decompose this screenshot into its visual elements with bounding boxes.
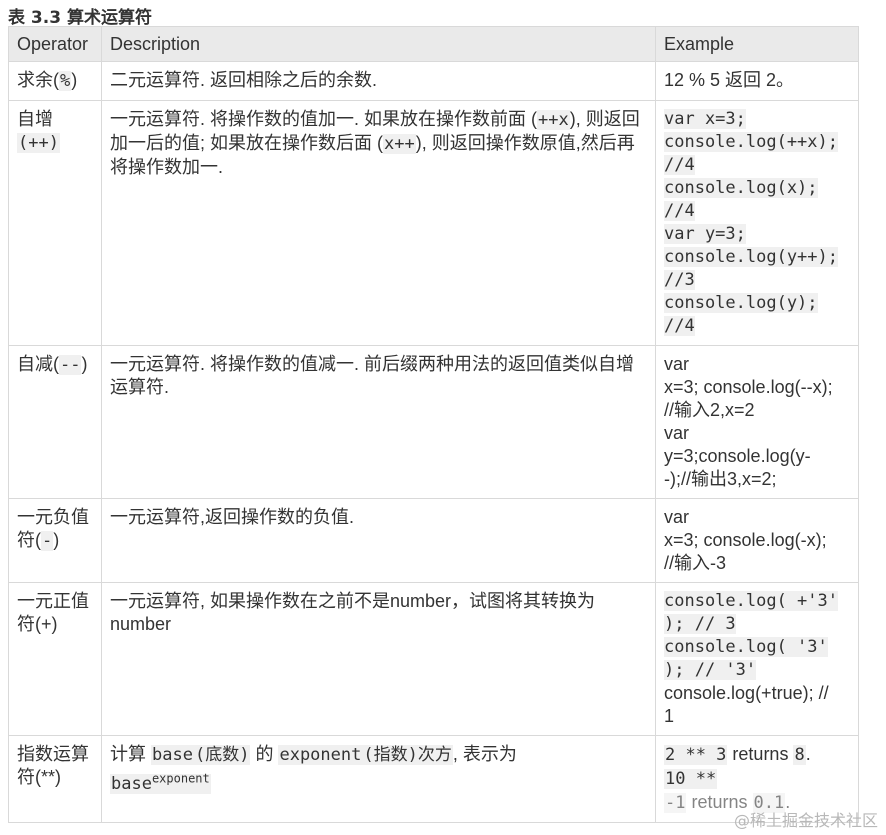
operator-name: 求余(: [17, 70, 59, 90]
example-cell: console.log( +'3' ); // 3 console.log( '3'…: [655, 582, 859, 736]
description-cell: 二元运算符. 返回相除之后的余数.: [101, 61, 656, 101]
operator-cell: 求余(%): [8, 61, 102, 101]
table-caption: 表 3.3 算术运算符: [8, 8, 152, 28]
table-row: 一元负值符(-) 一元运算符,返回操作数的负值. var x=3; consol…: [8, 498, 859, 583]
example-code-block: console.log( +'3' ); // 3 console.log( '3'…: [664, 590, 851, 682]
code-line: console.log( +'3': [664, 591, 838, 611]
operator-code: (++): [17, 133, 60, 153]
example-cell: var x=3; console.log(--x); //输入2,x=2 var…: [655, 345, 859, 499]
base-text: base: [111, 773, 152, 794]
table-row: 自减(--) 一元运算符. 将操作数的值减一. 前后缀两种用法的返回值类似自增运…: [8, 345, 859, 499]
example-cell: var x=3; console.log(++x); //4 console.log(…: [655, 100, 859, 346]
description-code: (底数): [193, 745, 251, 765]
example-text: console.log(+true); // 1: [664, 683, 829, 726]
description-code: baseexponent: [110, 771, 211, 794]
table-row: 一元正值符(+) 一元运算符, 如果操作数在之前不是number，试图将其转换为…: [8, 582, 859, 736]
code-line: //3: [664, 270, 695, 290]
code-line: console.log(y++);: [664, 247, 838, 267]
description-text: 的: [250, 744, 279, 764]
code-line: ); // '3': [664, 660, 757, 680]
example-code: -1: [664, 793, 687, 813]
description-text: 计算: [110, 744, 152, 764]
description-code: base: [151, 745, 194, 765]
code-line: //4: [664, 201, 695, 221]
code-line: var y=3;: [664, 224, 746, 244]
description-text: , 表示为: [452, 744, 517, 764]
table-row: 求余(%) 二元运算符. 返回相除之后的余数. 12 % 5 返回 2。: [8, 61, 859, 101]
example-code: 10 **: [664, 769, 718, 789]
operator-cell: 一元负值符(-): [8, 498, 102, 583]
operators-table: Operator Description Example 求余(%) 二元运算符…: [8, 26, 859, 823]
description-cell: 一元运算符. 将操作数的值加一. 如果放在操作数前面 (++x), 则返回加一后…: [101, 100, 656, 346]
example-cell: var x=3; console.log(-x); //输入-3: [655, 498, 859, 583]
description-cell: 一元运算符. 将操作数的值减一. 前后缀两种用法的返回值类似自增运算符.: [101, 345, 656, 499]
code-line: //4: [664, 155, 695, 175]
operator-cell: 一元正值符(+): [8, 582, 102, 736]
table-header-row: Operator Description Example: [8, 26, 859, 62]
operator-name: 自增: [17, 109, 53, 129]
example-code: 8: [793, 745, 806, 765]
description-cell: 一元运算符, 如果操作数在之前不是number，试图将其转换为number: [101, 582, 656, 736]
operator-cell: 指数运算符(**): [8, 735, 102, 823]
description-code: (指数)次方: [362, 745, 453, 765]
description-text: 一元运算符. 将操作数的值加一. 如果放在操作数前面 (: [110, 109, 537, 129]
code-line: var x=3;: [664, 109, 746, 129]
exponent-superscript: exponent: [151, 771, 210, 785]
operator-code: --: [59, 355, 82, 375]
code-line: console.log(x);: [664, 178, 818, 198]
code-line: ); // 3: [664, 614, 736, 634]
operator-code: -: [41, 531, 54, 551]
code-line: console.log( '3': [664, 637, 828, 657]
operator-tail: ): [71, 70, 78, 90]
code-line: //4: [664, 316, 695, 336]
description-cell: 计算 base (底数) 的 exponent (指数)次方, 表示为 baseexp…: [101, 735, 656, 823]
description-code: x++: [383, 134, 416, 154]
header-operator: Operator: [8, 26, 102, 62]
operator-name: 自减(: [17, 354, 59, 374]
table-row: 指数运算符(**) 计算 base (底数) 的 exponent (指数)次方, …: [8, 735, 859, 823]
operator-cell: 自增 (++): [8, 100, 102, 346]
description-code: exponent: [278, 745, 363, 765]
description-cell: 一元运算符,返回操作数的负值.: [101, 498, 656, 583]
operator-tail: ): [81, 354, 88, 374]
operator-code: %: [59, 71, 72, 91]
example-text: returns: [727, 744, 794, 764]
code-line: console.log(y);: [664, 293, 818, 313]
description-code: ++x: [537, 110, 570, 130]
header-description: Description: [101, 26, 656, 62]
header-example: Example: [655, 26, 859, 62]
watermark: @稀土掘金技术社区: [733, 811, 878, 830]
operator-cell: 自减(--): [8, 345, 102, 499]
code-line: console.log(++x);: [664, 132, 838, 152]
table-row: 自增 (++) 一元运算符. 将操作数的值加一. 如果放在操作数前面 (++x),…: [8, 100, 859, 346]
example-code: 2 ** 3: [664, 745, 728, 765]
example-text: .: [805, 744, 811, 764]
example-code-block: var x=3; console.log(++x); //4 console.log(…: [664, 108, 851, 338]
example-cell: 12 % 5 返回 2。: [655, 61, 859, 101]
operator-tail: ): [53, 530, 60, 550]
